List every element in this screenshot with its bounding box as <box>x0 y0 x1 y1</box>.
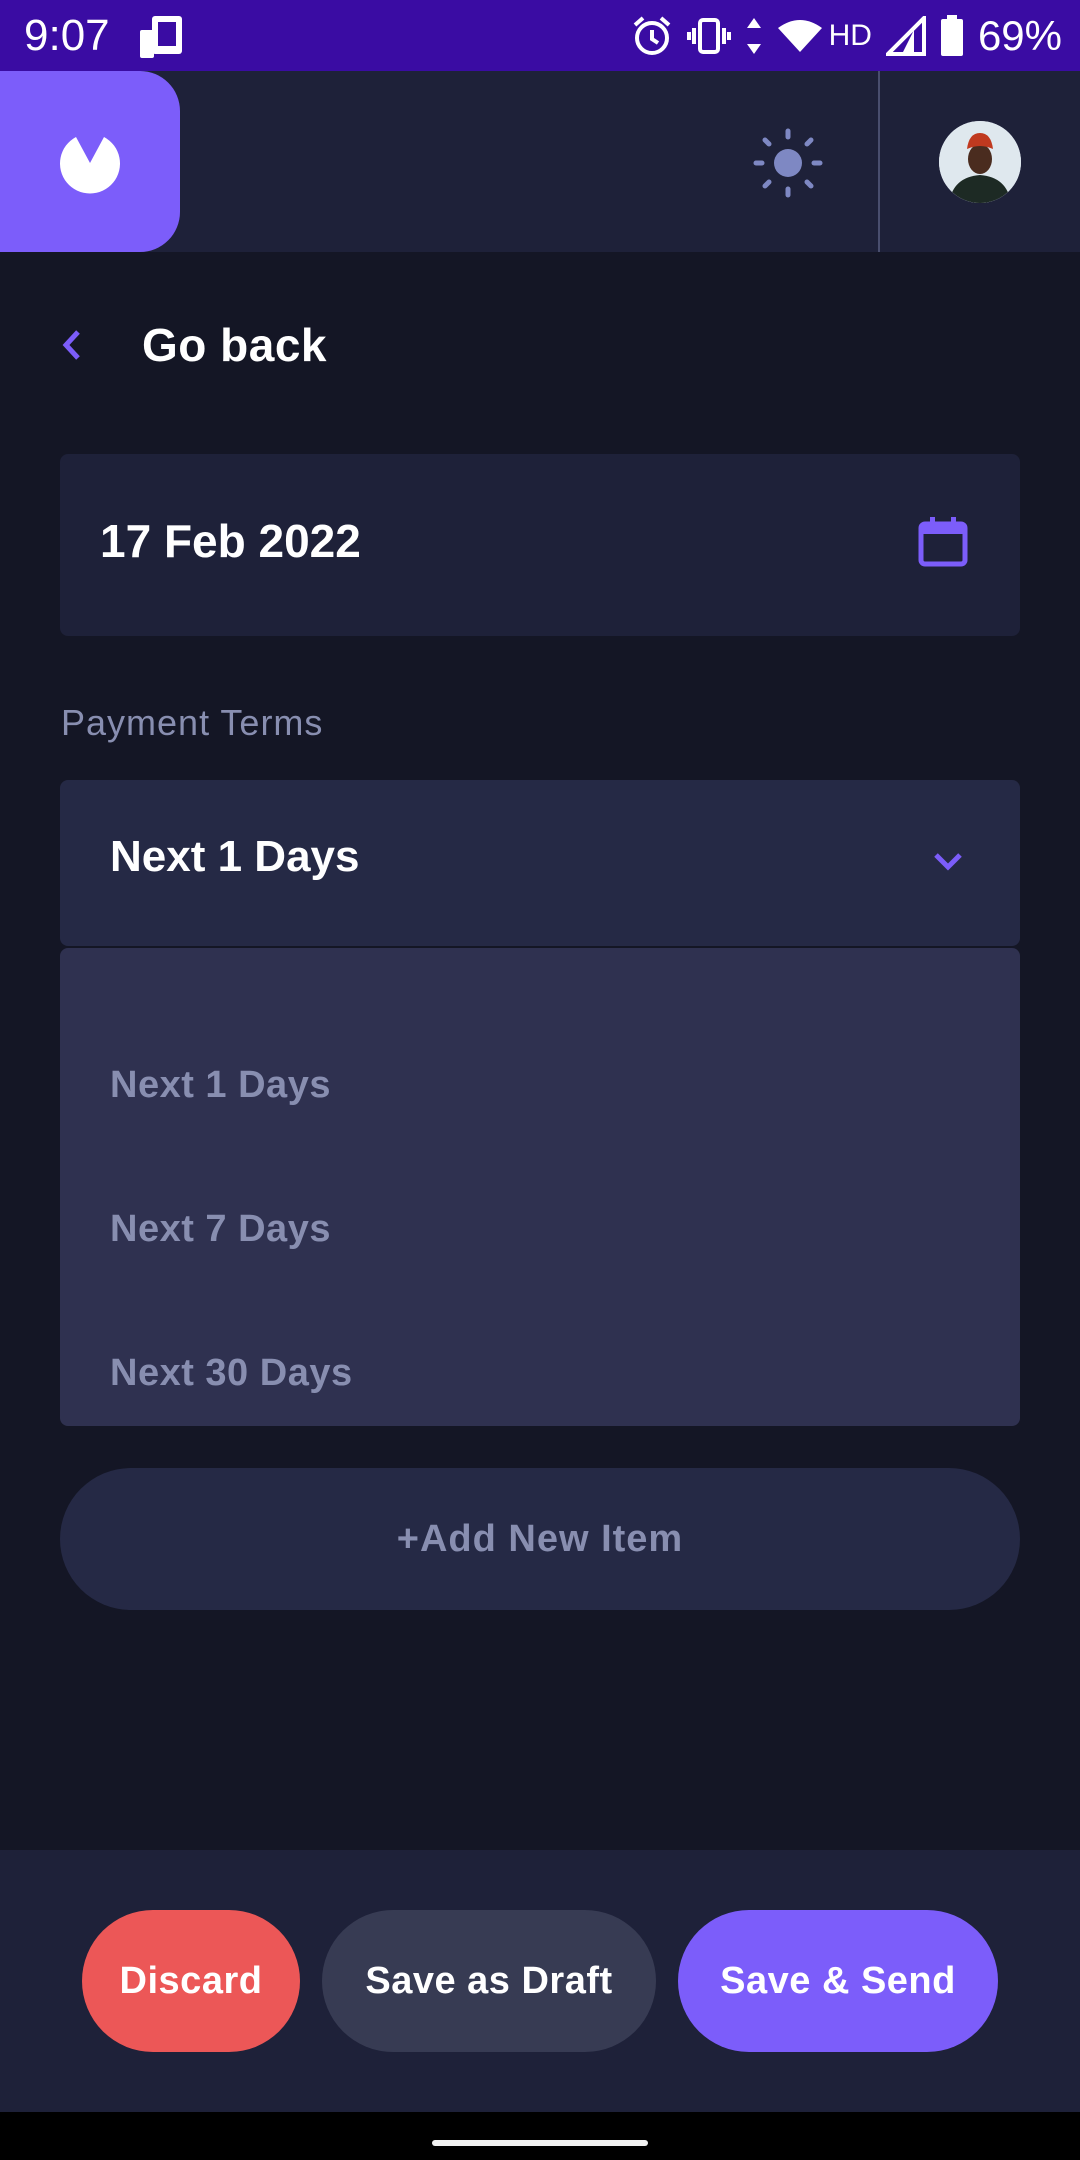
save-as-draft-button[interactable]: Save as Draft <box>322 1910 656 2052</box>
chevron-left-icon <box>62 330 80 360</box>
home-gesture-handle[interactable] <box>432 2140 648 2146</box>
go-back-link[interactable]: Go back <box>60 310 327 380</box>
system-nav-bar <box>0 2112 1080 2160</box>
invoice-date-field[interactable]: 17 Feb 2022 <box>60 454 1020 636</box>
sun-icon[interactable] <box>752 127 824 199</box>
battery-icon <box>940 15 963 56</box>
avatar-image <box>939 121 1021 203</box>
vibrate-icon <box>686 18 731 54</box>
status-bar: 9:07 HD 69% <box>0 0 1080 71</box>
app-logo[interactable] <box>0 71 180 252</box>
chevron-down-icon <box>934 853 962 871</box>
battery-percent: 69% <box>977 12 1062 59</box>
invoice-date-value: 17 Feb 2022 <box>100 515 361 567</box>
calendar-icon[interactable] <box>918 516 968 568</box>
action-footer: Discard Save as Draft Save & Send <box>0 1850 1080 2112</box>
discard-button[interactable]: Discard <box>82 1910 300 2052</box>
header-divider <box>878 71 880 252</box>
payment-terms-label: Payment Terms <box>61 702 324 743</box>
payment-term-option[interactable]: Next 30 Days <box>110 1333 970 1413</box>
data-arrows-icon <box>746 18 761 54</box>
payment-term-option[interactable]: Next 7 Days <box>110 1189 970 1269</box>
notification-icon <box>140 16 182 58</box>
payment-terms-select[interactable]: Next 1 Days <box>60 780 1020 946</box>
add-new-item-button[interactable]: +Add New Item <box>60 1468 1020 1610</box>
wifi-icon <box>777 20 822 52</box>
payment-terms-dropdown: Next 1 Days Next 7 Days Next 30 Days <box>60 948 1020 1426</box>
save-and-send-button[interactable]: Save & Send <box>678 1910 998 2052</box>
app-logo-icon <box>60 137 120 194</box>
go-back-label: Go back <box>142 319 328 371</box>
status-time: 9:07 <box>24 11 110 60</box>
app-header <box>0 71 1080 252</box>
alarm-icon <box>633 16 670 55</box>
signal-icon <box>885 16 926 56</box>
payment-term-option[interactable]: Next 1 Days <box>110 1045 970 1125</box>
payment-terms-selected: Next 1 Days <box>110 832 360 881</box>
user-avatar[interactable] <box>939 121 1021 203</box>
network-type: HD <box>828 19 872 52</box>
